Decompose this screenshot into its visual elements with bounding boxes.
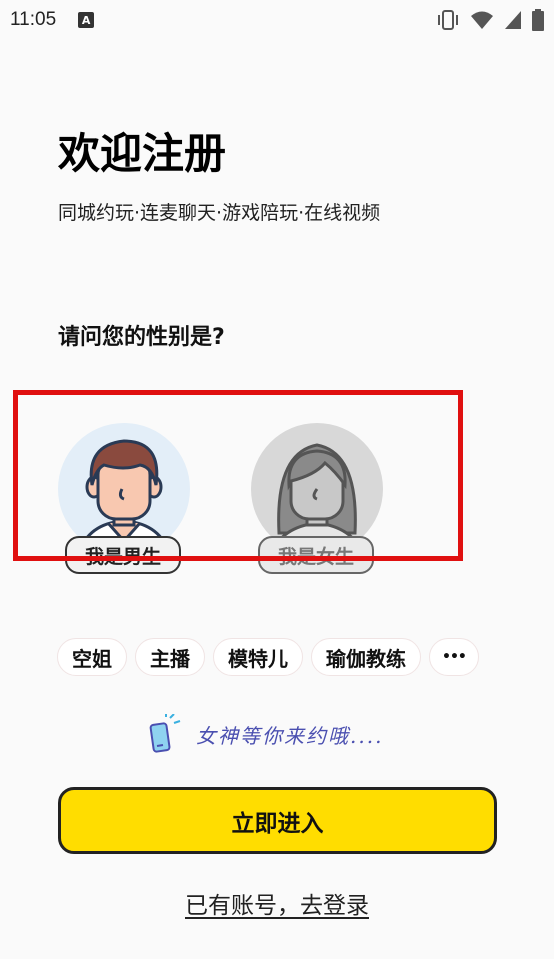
vibrate-icon <box>438 10 458 30</box>
login-link[interactable]: 已有账号，去登录 <box>0 886 554 920</box>
selection-highlight <box>13 390 463 561</box>
gender-question: 请问您的性别是? <box>58 325 225 350</box>
status-icons <box>436 9 544 31</box>
page-title: 欢迎注册 <box>58 129 227 178</box>
tag-item[interactable]: 模特儿 <box>213 638 303 676</box>
phone-icon <box>149 714 181 753</box>
tag-item[interactable]: 空姐 <box>57 638 127 676</box>
status-bar: 11:05 A <box>0 0 554 40</box>
slogan: 女神等你来约哦.... <box>148 714 383 754</box>
more-tags-button[interactable]: ••• <box>429 638 479 676</box>
enter-button[interactable]: 立即进入 <box>58 787 497 854</box>
notification-icon: A <box>78 12 95 28</box>
signal-icon <box>505 11 521 29</box>
tag-list: 空姐 主播 模特儿 瑜伽教练 ••• <box>57 638 479 676</box>
battery-icon <box>532 9 544 31</box>
tag-item[interactable]: 主播 <box>135 638 205 676</box>
tag-item[interactable]: 瑜伽教练 <box>311 638 421 676</box>
page-subtitle: 同城约玩·连麦聊天·游戏陪玩·在线视频 <box>58 202 381 224</box>
slogan-text: 女神等你来约哦.... <box>196 723 384 748</box>
wifi-icon <box>471 11 493 29</box>
status-time: 11:05 <box>10 9 57 30</box>
